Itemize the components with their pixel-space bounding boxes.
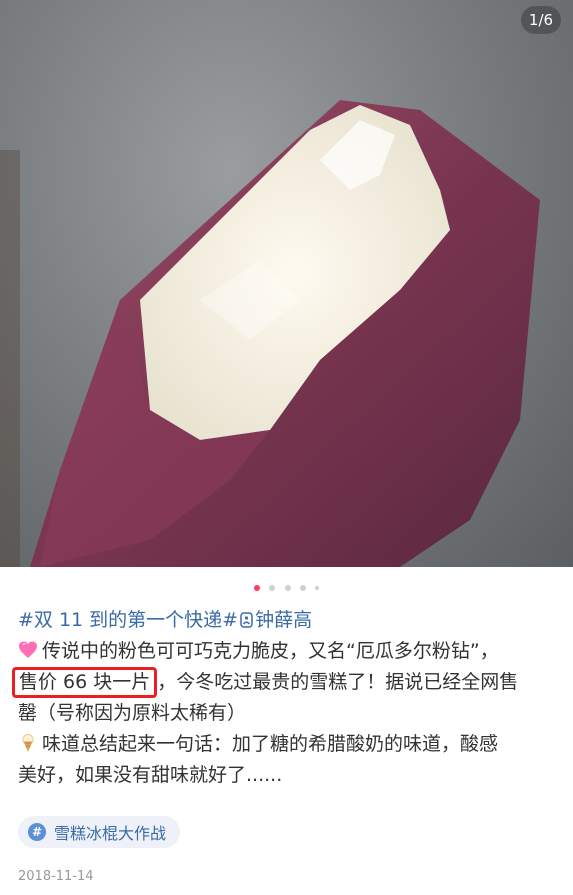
text-line: 味道总结起来一句话：加了糖的希腊酸奶的味道，酸感 (18, 729, 558, 760)
carousel-dot[interactable] (299, 584, 306, 591)
pink-heart-icon (19, 641, 37, 658)
text-line: 美好，如果没有甜味就好了...... (18, 764, 283, 786)
post-text: #双 11 到的第一个快递# 钟薛高 传说中的粉色可可巧克力脆皮，又名“厄瓜多尔粉… (12, 605, 558, 791)
text-line: 传说中的粉色可可巧克力脆皮，又名“厄瓜多尔粉钻”， (18, 636, 558, 667)
image-counter: 1/6 (521, 6, 561, 34)
text-line: 罄（号称因为原料太稀有） (18, 702, 247, 724)
carousel-dot-active[interactable] (254, 584, 261, 591)
carousel-dot[interactable] (314, 585, 319, 590)
ice-cream-bar-illustration (0, 100, 540, 567)
carousel-indicator[interactable] (0, 577, 573, 591)
topic-tag-label: 雪糕冰棍大作战 (54, 824, 167, 843)
price-highlight: 售价 66 块一片 (12, 667, 158, 698)
text-line: 售价 66 块一片 ，今冬吃过最贵的雪糕了！据说已经全网售 (12, 667, 558, 698)
post-image[interactable]: 1/6 (0, 0, 573, 567)
topic-tag-chip[interactable]: # 雪糕冰棍大作战 (18, 816, 181, 848)
carousel-dot[interactable] (269, 584, 276, 591)
ice-cream-icon (22, 734, 34, 752)
title-line: #双 11 到的第一个快递# 钟薛高 (18, 605, 558, 636)
post-date: 2018-11-14 (18, 869, 94, 884)
topic-hashtag[interactable]: #双 11 到的第一个快递# (18, 609, 238, 631)
user-icon (240, 612, 253, 628)
mentioned-user[interactable]: 钟薛高 (255, 609, 312, 631)
hashtag-icon: # (28, 823, 46, 841)
carousel-dot[interactable] (284, 584, 291, 591)
